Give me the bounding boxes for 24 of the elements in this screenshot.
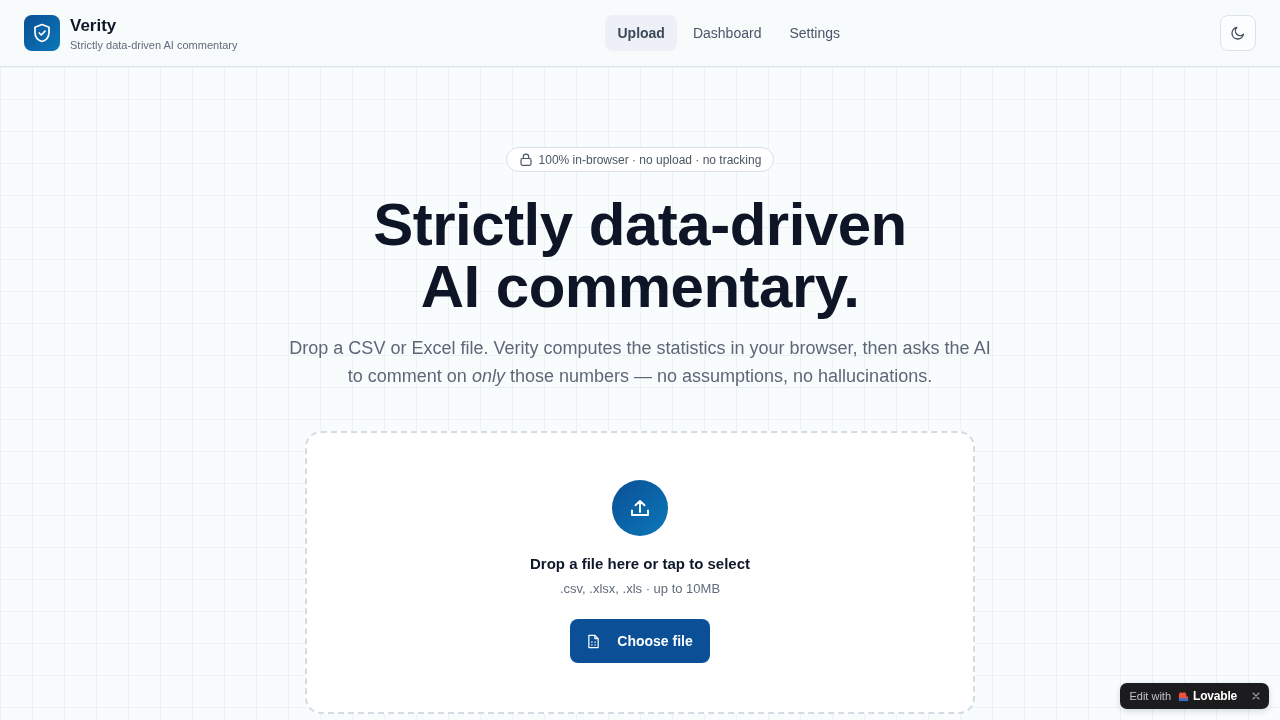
shield-logo-icon[interactable] [24, 15, 60, 51]
privacy-badge-text: 100% in-browser · no upload · no tracking [538, 152, 762, 167]
heart-logo-icon [1178, 690, 1190, 702]
hero-description: Drop a CSV or Excel file. Verity computes the statistics in your browser, then asks the AI to comment on only those numbers — no assumptions, no hallucinations. [288, 337, 992, 388]
drop-zone-hint: .csv, .xlsx, .xls · up to 10MB [559, 580, 721, 598]
moon-icon [1230, 25, 1246, 41]
file-drop-zone[interactable]: Drop a file here or tap to select .csv, .xlsx, .xls · up to 10MB Choose file [305, 431, 975, 714]
close-button[interactable] [1251, 691, 1261, 701]
edit-with-label: Edit with [1129, 690, 1172, 702]
lock-icon [519, 153, 532, 166]
choose-file-button[interactable]: Choose file [570, 619, 710, 663]
app-title: Verity [70, 14, 118, 36]
edit-with-badge[interactable]: Edit with Lovable [1120, 683, 1269, 709]
close-icon [1252, 692, 1260, 700]
nav-tab[interactable]: Settings [777, 15, 853, 51]
upload-icon [612, 480, 668, 536]
theme-toggle-button[interactable] [1220, 15, 1256, 51]
drop-zone-title: Drop a file here or tap to select [529, 554, 751, 574]
hero-headline: Strictly data-driven AI commentary. [372, 194, 908, 318]
nav-tab[interactable]: Upload [605, 15, 677, 51]
lovable-brand-label: Lovable [1193, 689, 1237, 703]
nav-tab[interactable]: Dashboard [680, 15, 774, 51]
app-tagline: Strictly data-driven AI commentary [70, 37, 238, 52]
file-icon [587, 633, 601, 649]
